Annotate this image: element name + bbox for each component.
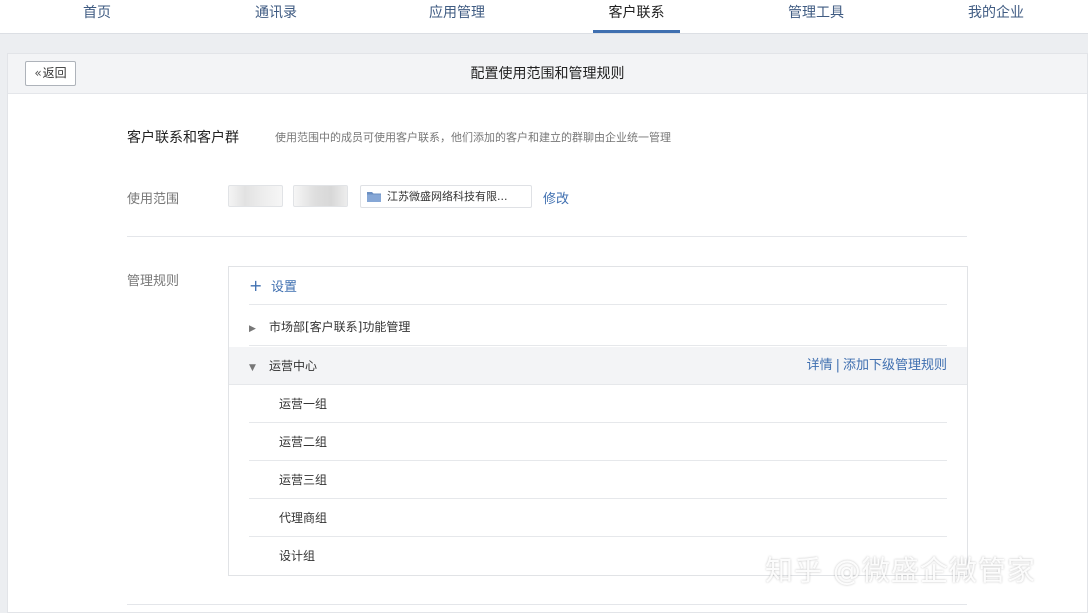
section-title: 客户联系和客户群 (127, 130, 239, 146)
page-title: 配置使用范围和管理规则 (470, 66, 625, 82)
back-label: 返回 (42, 66, 67, 80)
redacted-member-2 (293, 185, 348, 207)
modify-scope-link[interactable]: 修改 (543, 188, 569, 207)
rule-item-label: 市场部[客户联系]功能管理 (269, 320, 411, 334)
card-header: 配置使用范围和管理规则 «返回 (8, 54, 1087, 94)
nav-item-contacts[interactable]: 通讯录 (236, 0, 316, 33)
divider (127, 604, 967, 605)
sub-rule-label: 运营一组 (279, 397, 328, 411)
scope-department-name: 江苏微盛网络科技有限... (387, 190, 508, 203)
detail-link[interactable]: 详情 (807, 358, 833, 373)
add-sub-rule-link[interactable]: 添加下级管理规则 (843, 358, 947, 373)
sub-rule-label: 运营二组 (279, 435, 328, 449)
config-card: 配置使用范围和管理规则 «返回 客户联系和客户群 使用范围中的成员可使用客户联系… (7, 53, 1088, 613)
folder-icon (367, 192, 381, 202)
divider (127, 236, 967, 237)
rule-actions: 详情 | 添加下级管理规则 (807, 347, 947, 385)
nav-item-home[interactable]: 首页 (57, 0, 137, 33)
section-description: 使用范围中的成员可使用客户联系，他们添加的客户和建立的群聊由企业统一管理 (275, 131, 671, 144)
redacted-member-1 (228, 185, 283, 207)
sub-rule-label: 设计组 (279, 549, 316, 563)
action-separator: | (835, 358, 840, 373)
sub-rule-item[interactable]: 运营一组 (249, 385, 947, 423)
sub-rule-item[interactable]: 运营三组 (249, 461, 947, 499)
sub-rule-item[interactable]: 代理商组 (249, 499, 947, 537)
rules-list: + 设置 ▶ 市场部[客户联系]功能管理 ▼ 运营中心 详情 | 添加下级管理规则 运营一… (228, 266, 968, 576)
rule-item-label: 运营中心 (269, 359, 318, 373)
rules-label: 管理规则 (127, 274, 180, 289)
sub-rule-label: 代理商组 (279, 511, 328, 525)
triangle-down-icon: ▼ (249, 363, 256, 373)
scope-label: 使用范围 (127, 192, 180, 207)
add-rule-label: 设置 (271, 280, 298, 295)
back-button[interactable]: «返回 (25, 61, 76, 86)
watermark: 知乎 @微盛企微管家 (765, 554, 1036, 587)
add-rule-button[interactable]: + 设置 (249, 267, 947, 305)
sub-rule-item[interactable]: 运营二组 (249, 423, 947, 461)
rule-item-marketing[interactable]: ▶ 市场部[客户联系]功能管理 (249, 308, 947, 346)
nav-item-management-tools[interactable]: 管理工具 (774, 0, 858, 33)
plus-icon: + (249, 276, 263, 295)
triangle-right-icon: ▶ (249, 324, 256, 334)
scope-department-tag: 江苏微盛网络科技有限... (360, 185, 532, 208)
top-navigation: 首页 通讯录 应用管理 客户联系 管理工具 我的企业 (0, 0, 1088, 34)
double-chevron-left-icon: « (34, 66, 42, 80)
rule-item-operations[interactable]: ▼ 运营中心 详情 | 添加下级管理规则 (229, 347, 967, 385)
sub-rule-label: 运营三组 (279, 473, 328, 487)
nav-item-customer-contact[interactable]: 客户联系 (593, 0, 680, 33)
nav-item-my-enterprise[interactable]: 我的企业 (954, 0, 1038, 33)
nav-item-app-management[interactable]: 应用管理 (415, 0, 499, 33)
